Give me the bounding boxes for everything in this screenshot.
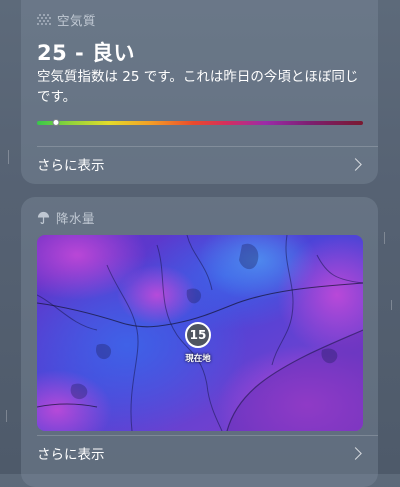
air-quality-dots-icon bbox=[37, 13, 51, 25]
precipitation-map[interactable]: 15 現在地 bbox=[37, 235, 363, 431]
air-quality-description: 空気質指数は 25 です。これは昨日の今頃とほぼ同じです。 bbox=[37, 69, 359, 105]
rain-streak bbox=[384, 232, 385, 244]
precipitation-card[interactable]: 降水量 15 現在地 さらに表示 bbox=[21, 197, 378, 487]
air-quality-see-more-button[interactable]: さらに表示 bbox=[37, 153, 364, 175]
air-quality-header: 空気質 bbox=[37, 10, 96, 29]
air-quality-scale-bar bbox=[37, 119, 363, 126]
air-quality-indicator bbox=[52, 119, 60, 126]
rain-streak bbox=[391, 300, 392, 310]
chevron-right-icon bbox=[349, 157, 362, 171]
chevron-right-icon bbox=[349, 446, 362, 460]
divider bbox=[37, 146, 378, 147]
precipitation-see-more-button[interactable]: さらに表示 bbox=[37, 442, 364, 464]
see-more-label: さらに表示 bbox=[37, 447, 105, 463]
current-location-marker[interactable]: 15 bbox=[185, 322, 211, 348]
rain-streak bbox=[6, 410, 7, 422]
see-more-label: さらに表示 bbox=[37, 158, 105, 174]
precipitation-title: 降水量 bbox=[56, 211, 96, 226]
air-quality-card[interactable]: 空気質 25 - 良い 空気質指数は 25 です。これは昨日の今頃とほぼ同じです… bbox=[21, 0, 378, 184]
rain-streak bbox=[8, 150, 9, 164]
divider bbox=[37, 435, 378, 436]
air-quality-title: 空気質 bbox=[57, 13, 97, 28]
precipitation-header: 降水量 bbox=[37, 208, 95, 227]
current-location-label: 現在地 bbox=[185, 354, 211, 364]
umbrella-icon bbox=[37, 211, 50, 224]
air-quality-value: 25 - 良い bbox=[37, 41, 136, 65]
